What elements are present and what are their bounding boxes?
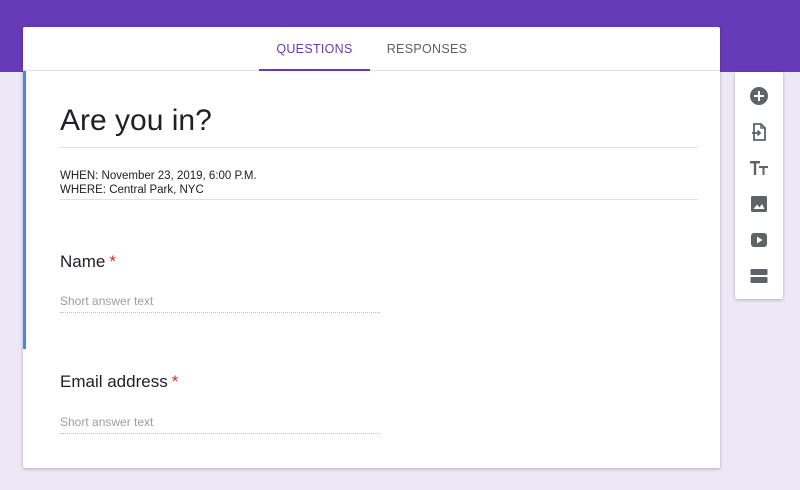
description-where: WHERE: Central Park, NYC	[60, 184, 204, 196]
floating-toolbar	[735, 72, 783, 299]
add-title-button[interactable]	[747, 156, 771, 180]
image-icon	[751, 196, 767, 212]
required-asterisk: *	[171, 372, 179, 391]
question-name-label[interactable]: Name *	[60, 251, 116, 273]
question-label-text: Name	[60, 252, 106, 271]
description-underline	[60, 199, 698, 200]
question-name-answer-placeholder: Short answer text	[60, 294, 380, 313]
required-asterisk: *	[109, 252, 116, 271]
form-card: QUESTIONS RESPONSES Are you in? WHEN: No…	[23, 27, 720, 468]
form-title[interactable]: Are you in?	[60, 101, 212, 141]
form-description[interactable]: WHEN: November 23, 2019, 6:00 P.M. WHERE…	[60, 169, 257, 197]
tab-questions[interactable]: QUESTIONS	[259, 27, 370, 71]
question-email-label[interactable]: Email address *	[60, 371, 178, 393]
import-questions-icon	[752, 123, 766, 141]
question-label-text: Email address	[60, 372, 168, 391]
video-icon	[751, 233, 767, 247]
title-text-icon	[750, 161, 768, 175]
add-video-button[interactable]	[747, 228, 771, 252]
tab-responses[interactable]: RESPONSES	[370, 27, 484, 71]
add-circle-icon	[750, 87, 768, 105]
add-image-button[interactable]	[747, 192, 771, 216]
add-question-button[interactable]	[747, 84, 771, 108]
active-section-indicator	[23, 71, 26, 349]
add-section-button[interactable]	[747, 264, 771, 288]
import-questions-button[interactable]	[747, 120, 771, 144]
description-when: WHEN: November 23, 2019, 6:00 P.M.	[60, 170, 257, 182]
question-email-answer-placeholder: Short answer text	[60, 415, 380, 434]
tab-bar: QUESTIONS RESPONSES	[23, 27, 720, 71]
section-icon	[750, 269, 768, 283]
title-underline	[60, 147, 698, 148]
